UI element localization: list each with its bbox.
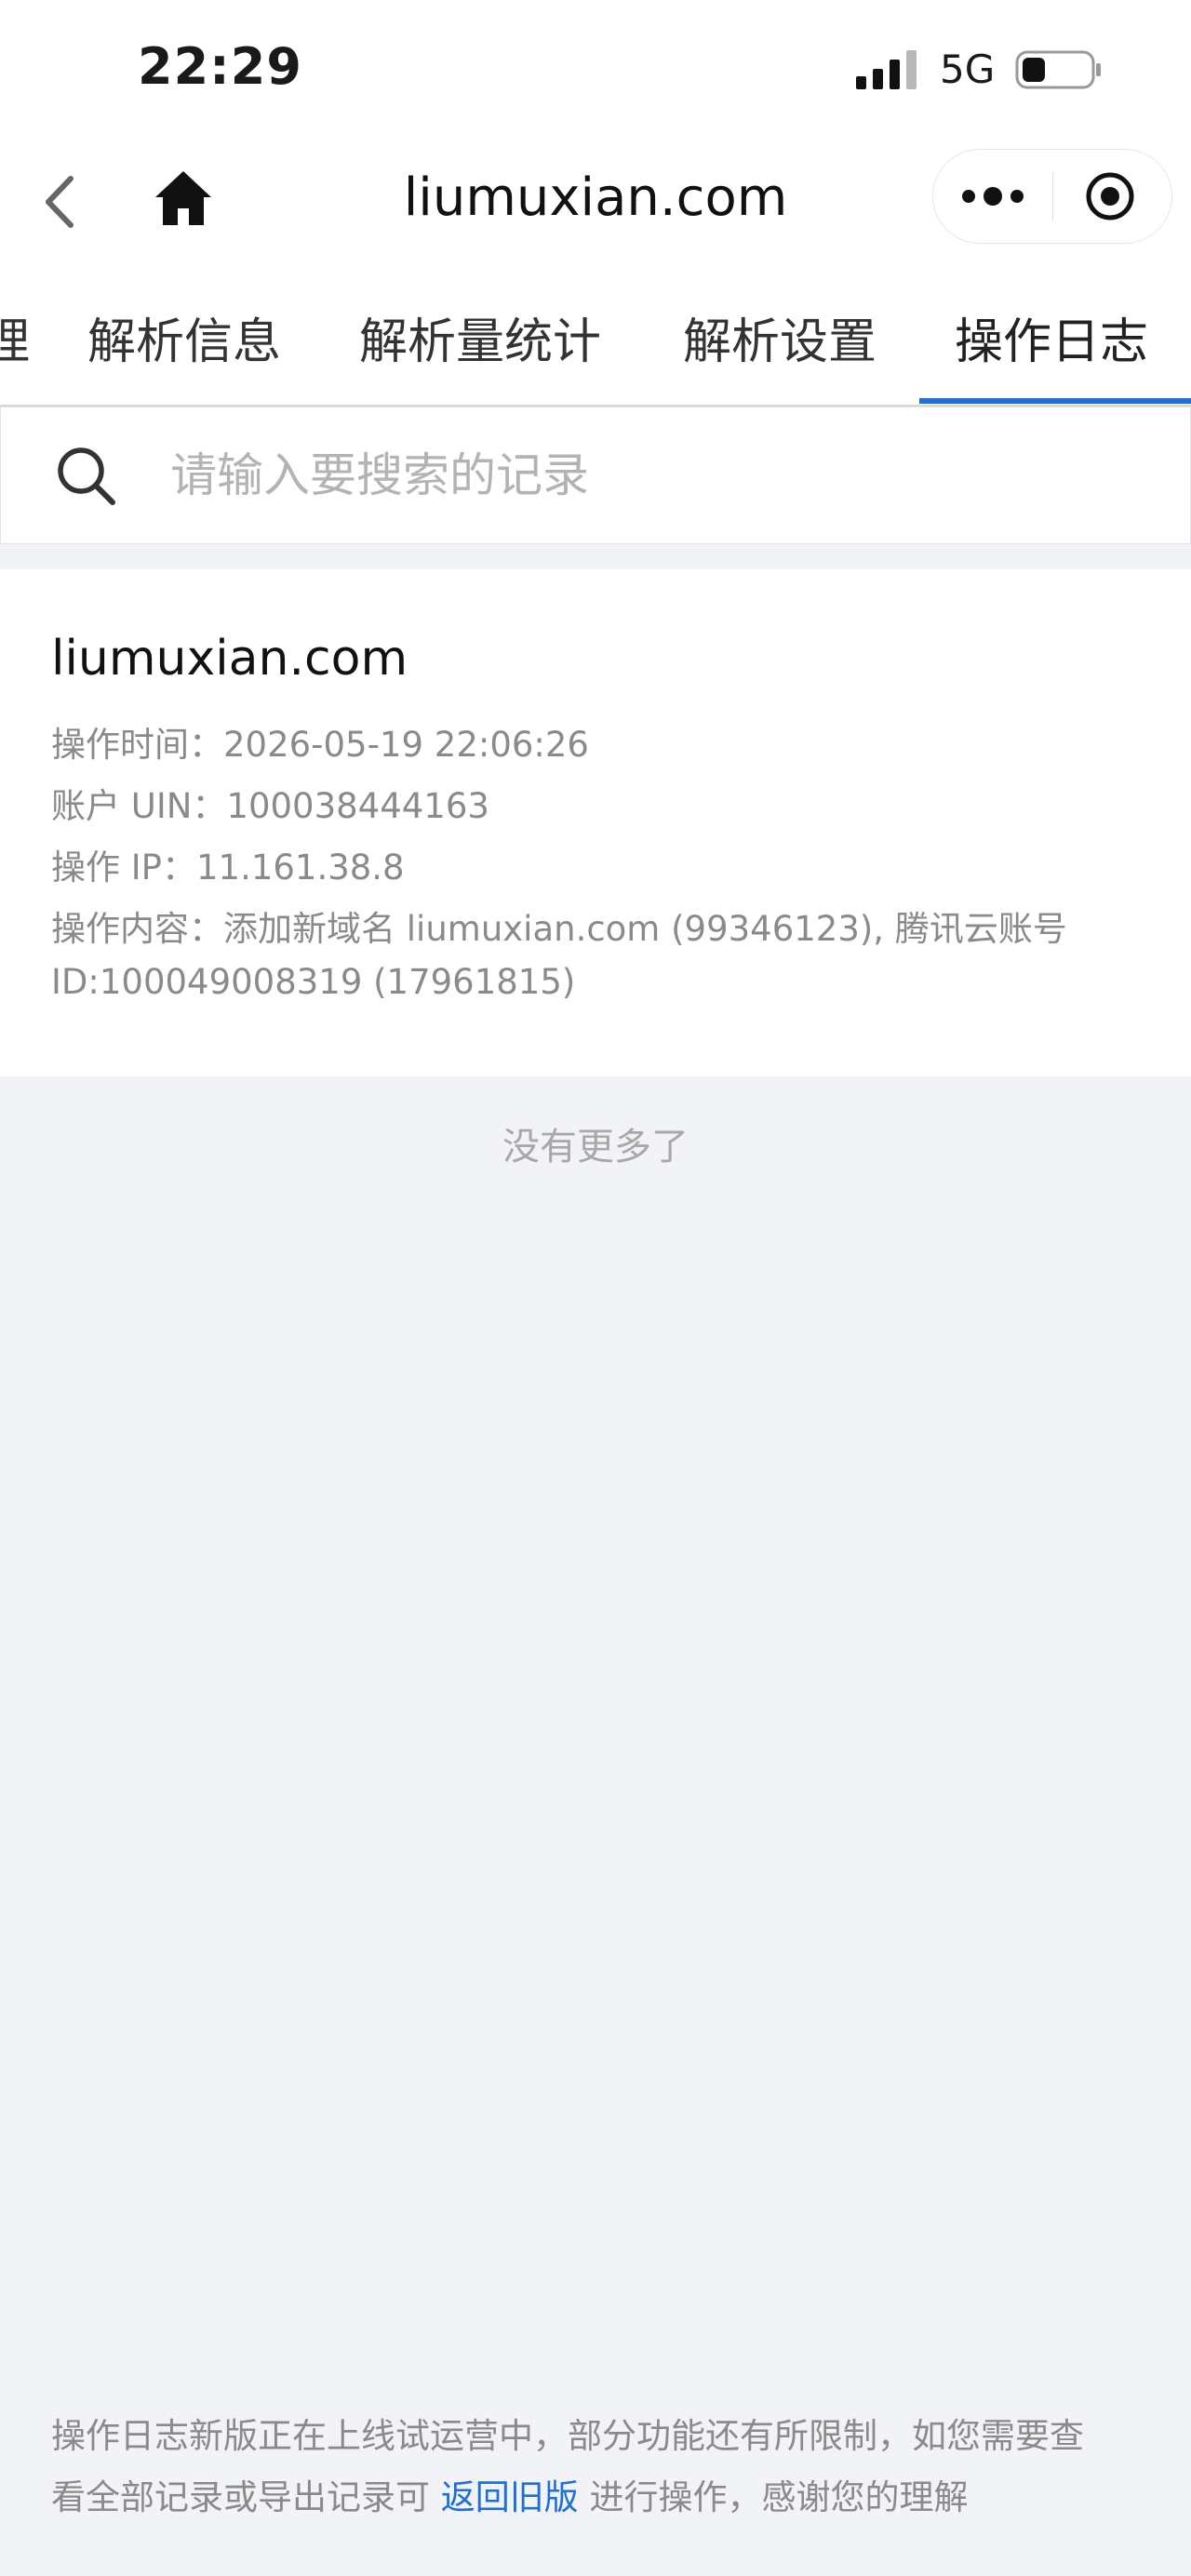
signal-icon [856, 50, 917, 89]
log-account-uin: 账户 UIN：100038444163 [51, 786, 489, 826]
network-label: 5G [940, 47, 996, 92]
tab-partial[interactable]: 理 [0, 302, 30, 372]
return-old-version-link[interactable]: 返回旧版 [441, 2477, 579, 2517]
tab-resolution-settings[interactable]: 解析设置 [683, 302, 877, 372]
more-icon[interactable] [959, 178, 1026, 215]
search-icon [58, 447, 115, 505]
battery-icon [1015, 50, 1101, 89]
tab-resolution-stats[interactable]: 解析量统计 [359, 302, 601, 372]
log-content: 操作内容：添加新域名 liumuxian.com (99346123), 腾讯云… [51, 909, 1067, 949]
log-ip: 操作 IP：11.161.38.8 [51, 848, 405, 888]
search-bar [0, 407, 1191, 544]
footer-notice-line2-suffix: 进行操作，感谢您的理解 [578, 2477, 969, 2517]
log-entry-card[interactable]: liumuxian.com 操作时间：2026-05-19 22:06:26 账… [0, 569, 1191, 1076]
footer-notice-line2-prefix: 看全部记录或导出记录可 [51, 2477, 441, 2517]
search-input[interactable] [168, 435, 1158, 515]
capsule-divider [1052, 172, 1053, 220]
log-time: 操作时间：2026-05-19 22:06:26 [51, 725, 589, 765]
log-content-continued: ID:100049008319 (17961815) [51, 962, 576, 1002]
log-domain: liumuxian.com [51, 631, 408, 687]
active-tab-indicator [919, 398, 1191, 404]
status-time: 22:29 [138, 37, 302, 96]
miniprogram-capsule [932, 149, 1172, 244]
status-bar: 22:29 5G [0, 0, 1191, 140]
nav-bar: liumuxian.com [0, 140, 1191, 265]
footer-notice: 操作日志新版正在上线试运营中，部分功能还有所限制，如您需要查 看全部记录或导出记… [51, 2406, 1149, 2529]
close-miniprogram-icon[interactable] [1084, 170, 1136, 222]
tab-bar: 理 解析信息 解析量统计 解析设置 操作日志 [0, 265, 1191, 407]
footer-notice-line1: 操作日志新版正在上线试运营中，部分功能还有所限制，如您需要查 [51, 2416, 1084, 2456]
tab-operation-log[interactable]: 操作日志 [955, 302, 1148, 372]
list-end-text: 没有更多了 [502, 1126, 689, 1168]
tab-resolution-info[interactable]: 解析信息 [87, 302, 281, 372]
